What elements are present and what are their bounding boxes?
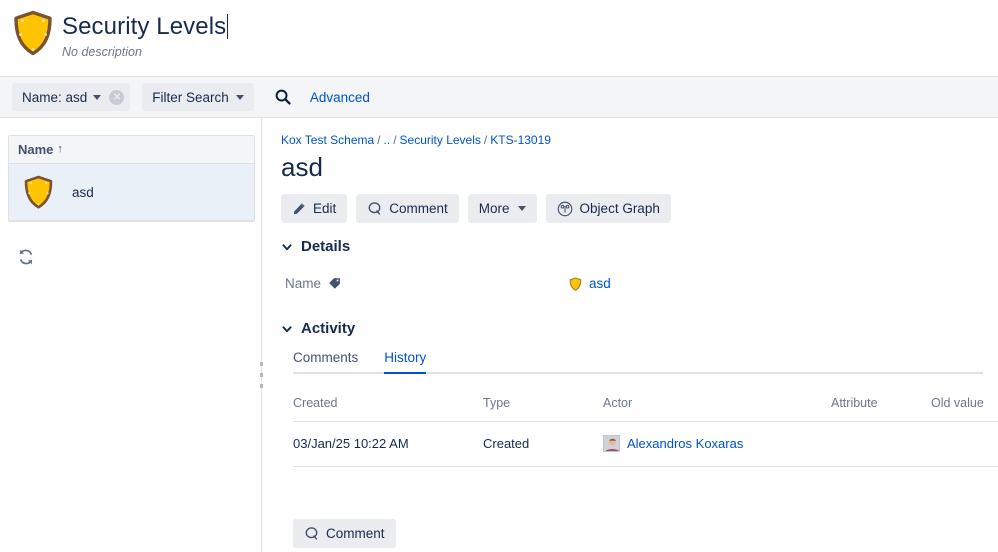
action-button-row: Edit Comment More Object Graph xyxy=(281,194,680,223)
activity-tabs: Comments History xyxy=(293,350,983,374)
add-comment-button[interactable]: Comment xyxy=(293,519,396,548)
breadcrumb-item-security-levels[interactable]: Security Levels xyxy=(400,133,481,147)
detail-row-name: Name asd xyxy=(285,276,975,291)
activity-section-title: Activity xyxy=(301,320,356,337)
clear-circle-icon[interactable] xyxy=(109,89,125,105)
pencil-icon xyxy=(292,202,306,216)
shield-icon xyxy=(12,10,54,56)
table-row: 03/Jan/25 10:22 AM Created Alexandros Ko… xyxy=(293,421,998,467)
breadcrumb-item-key[interactable]: KTS-13019 xyxy=(490,133,551,147)
tab-comments[interactable]: Comments xyxy=(293,350,358,374)
breadcrumb-item-ellipsis[interactable]: .. xyxy=(384,133,391,147)
application-window: Security Levels No description Name: asd… xyxy=(0,0,998,552)
filter-pill-label: Name: asd xyxy=(22,89,88,105)
cell-type: Created xyxy=(483,421,603,467)
sort-ascending-icon: ↑ xyxy=(57,143,63,155)
tag-icon xyxy=(328,277,341,290)
column-header-old-value[interactable]: Old value xyxy=(931,386,998,422)
shield-icon xyxy=(569,276,582,291)
details-section-title: Details xyxy=(301,238,351,255)
header-content: Security Levels No description xyxy=(12,10,229,60)
breadcrumb-separator: / xyxy=(483,133,488,147)
detail-label-text: Name xyxy=(285,276,322,291)
column-header-actor[interactable]: Actor xyxy=(603,386,831,422)
list-item[interactable]: asd xyxy=(9,164,254,221)
search-toolbar: Name: asd Filter Search Advanced xyxy=(0,77,998,118)
actor-link[interactable]: Alexandros Koxaras xyxy=(627,436,743,451)
history-table: Created Type Actor Attribute Old value 0… xyxy=(293,386,998,467)
schema-title-input[interactable]: Security Levels xyxy=(62,12,229,42)
detail-value-wrapper: asd xyxy=(569,276,611,291)
object-graph-button-label: Object Graph xyxy=(579,201,660,216)
actor-cell-wrapper: Alexandros Koxaras xyxy=(603,435,831,452)
page-header: Security Levels No description xyxy=(0,0,998,77)
object-graph-icon xyxy=(557,201,573,217)
refresh-icon[interactable] xyxy=(17,248,35,266)
comment-button-label: Comment xyxy=(389,201,448,216)
shield-icon xyxy=(23,175,54,209)
filter-search-label: Filter Search xyxy=(152,89,229,105)
chevron-down-icon xyxy=(281,241,293,253)
comment-icon xyxy=(367,201,382,216)
column-header-type[interactable]: Type xyxy=(483,386,603,422)
avatar xyxy=(603,435,620,452)
cell-actor: Alexandros Koxaras xyxy=(603,421,831,467)
schema-description: No description xyxy=(62,45,142,59)
filter-pill-name[interactable]: Name: asd xyxy=(12,83,131,111)
list-column-header-label: Name xyxy=(18,142,54,157)
object-graph-button[interactable]: Object Graph xyxy=(545,194,671,223)
breadcrumb-item-schema[interactable]: Kox Test Schema xyxy=(281,133,374,147)
column-header-created[interactable]: Created xyxy=(293,386,483,422)
chevron-down-icon xyxy=(235,94,244,100)
chevron-down-icon xyxy=(93,94,102,100)
chevron-down-icon xyxy=(281,323,293,335)
list-column-header-name[interactable]: Name ↑ xyxy=(9,136,254,164)
filter-search-dropdown[interactable]: Filter Search xyxy=(142,83,254,111)
object-list-sidebar: Name ↑ asd xyxy=(0,118,262,552)
edit-button[interactable]: Edit xyxy=(281,194,348,223)
header-text-block: Security Levels No description xyxy=(62,10,229,60)
text-caret xyxy=(227,14,229,39)
tab-history[interactable]: History xyxy=(384,350,427,374)
more-button-label: More xyxy=(478,201,510,216)
history-table-header-row: Created Type Actor Attribute Old value xyxy=(293,386,998,422)
advanced-search-link[interactable]: Advanced xyxy=(310,90,370,105)
add-comment-button-label: Comment xyxy=(326,526,385,541)
object-list: Name ↑ asd xyxy=(8,135,255,222)
schema-title-text: Security Levels xyxy=(62,13,227,40)
breadcrumb-separator: / xyxy=(377,133,381,147)
edit-button-label: Edit xyxy=(313,201,337,216)
column-header-attribute[interactable]: Attribute xyxy=(831,386,931,422)
cell-attribute xyxy=(831,421,931,467)
chevron-down-icon xyxy=(517,206,526,211)
page-title: asd xyxy=(281,152,323,182)
details-section-header[interactable]: Details xyxy=(281,238,350,255)
breadcrumb: Kox Test Schema /.. / Security Levels / KTS-1… xyxy=(281,133,551,147)
object-detail-panel: Kox Test Schema /.. / Security Levels / KTS-1… xyxy=(263,118,998,552)
search-icon[interactable] xyxy=(270,84,296,110)
cell-created: 03/Jan/25 10:22 AM xyxy=(293,421,483,467)
cell-old-value xyxy=(931,421,998,467)
activity-section-header[interactable]: Activity xyxy=(281,320,355,337)
comment-icon xyxy=(304,526,319,541)
breadcrumb-separator: / xyxy=(393,133,397,147)
detail-label-wrapper: Name xyxy=(285,276,569,291)
comment-button[interactable]: Comment xyxy=(356,194,459,223)
list-item-label: asd xyxy=(72,184,94,200)
more-button[interactable]: More xyxy=(467,194,537,223)
detail-value-link[interactable]: asd xyxy=(589,276,611,291)
